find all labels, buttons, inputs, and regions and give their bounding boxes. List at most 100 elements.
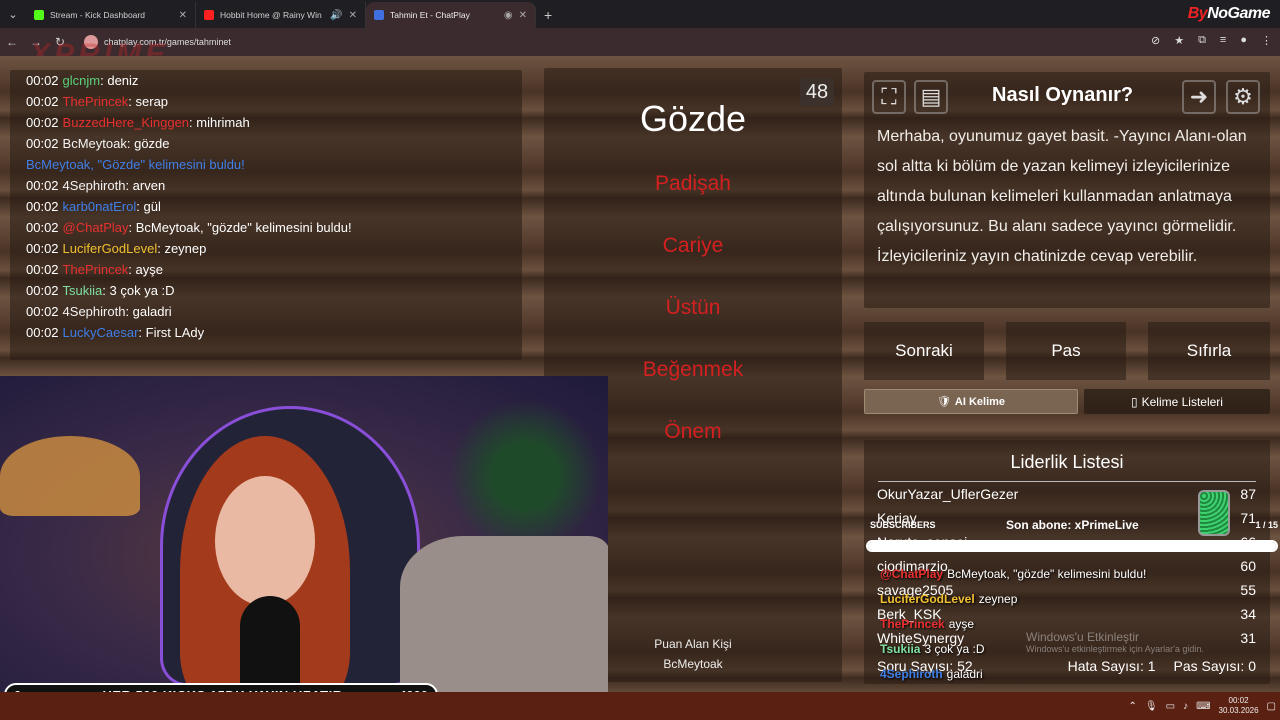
ai-word-button[interactable]: 🛡 AI Kelime [864,389,1078,414]
chat-text: : deniz [100,73,139,88]
close-icon[interactable]: ✕ [349,10,357,21]
leaderboard-score: 34 [1240,606,1256,622]
chat-username[interactable]: LuciferGodLevel [63,241,158,256]
chat-message: BcMeytoak, "Gözde" kelimesini buldu! [26,154,522,175]
overlay-chat-username: ThePrincek [880,617,945,631]
chat-text: : BcMeytoak, "gözde" kelimesini buldu! [128,220,352,235]
chat-time: 00:02 [26,115,59,130]
chat-username[interactable]: BcMeytoak [63,136,127,151]
tab-search-icon[interactable]: ⌄ [0,0,26,28]
chat-time: 00:02 [26,304,59,319]
chevron-up-icon[interactable]: ⌃ [1129,701,1137,712]
subscriber-count: 1 / 15 [1255,520,1278,530]
eye-off-icon[interactable]: ⊘ [1151,34,1160,47]
chat-message: 00:02 4Sephiroth: galadri [26,301,522,322]
extensions-icon[interactable]: ⧉ [1198,34,1206,47]
clock[interactable]: 00:02 30.03.2026 [1219,696,1259,716]
address-bar: ← → ↻ chatplay.com.tr/games/tahminet ⊘ ★… [0,28,1280,56]
chat-text: : 3 çok ya :D [102,283,175,298]
subscriber-progress-fill [868,542,1276,550]
chat-text: : gözde [126,136,170,151]
chat-text: : arven [125,178,166,193]
chat-message: 00:02 BcMeytoak: gözde [26,133,522,154]
chat-time: 00:02 [26,94,59,109]
chat-username[interactable]: @ChatPlay [63,220,129,235]
fullscreen-icon[interactable]: ⛶ [872,80,906,114]
close-icon[interactable]: ✕ [179,10,187,21]
lamp-shape [0,436,140,516]
chat-username[interactable]: glcnjm [63,73,101,88]
overlay-chat-message: LuciferGodLevel zeynep [880,587,1146,612]
audio-icon[interactable]: 🔊 [330,10,342,21]
tab-title: Tahmin Et - ChatPlay [390,10,470,20]
microphone-icon[interactable]: 🎙 [1145,701,1158,712]
notification-icon[interactable]: ▢ [1267,701,1276,712]
chat-username[interactable]: BuzzedHere_Kinggen [63,115,189,130]
new-tab-button[interactable]: + [536,2,560,28]
chat-username[interactable]: karb0natErol [63,199,137,214]
menu-icon[interactable]: ⋮ [1261,34,1272,47]
webcam-feed [0,376,608,700]
overlay-chat-text: zeynep [978,592,1018,606]
chat-username[interactable]: ThePrincek [63,94,129,109]
chat-text: : ayşe [128,262,163,277]
chat-message: 00:02 4Sephiroth: arven [26,175,522,196]
chat-message: 00:02 glcnjm: deniz [26,70,522,91]
blanket-shape [400,536,608,700]
next-button[interactable]: Sonraki [864,322,984,380]
language-icon[interactable]: ⌨ [1196,701,1210,712]
forbidden-word: Padişah [655,172,731,195]
reset-button[interactable]: Sıfırla [1148,322,1270,380]
exit-icon[interactable]: ➜ [1182,80,1216,114]
kick-favicon-icon [34,10,44,20]
overlay-chat-username: 4Sephiroth [880,667,943,681]
chat-username[interactable]: LuckyCaesar [63,325,139,340]
chat-username[interactable]: 4Sephiroth [63,304,126,319]
overlay-chat-text: BcMeytoak, "gözde" kelimesini buldu! [947,567,1147,581]
overlay-chat-username: Tsukiia [880,642,921,656]
target-word: Gözde [639,98,747,139]
word-lists-button[interactable]: ▯ Kelime Listeleri [1084,389,1270,414]
bookmark-star-icon[interactable]: ★ [1174,34,1184,47]
how-to-play-text: Merhaba, oyunumuz gayet basit. -Yayıncı … [877,128,1247,265]
overlay-chat-message: 4Sephiroth galadri [880,662,1146,687]
chat-time: 00:02 [26,262,59,277]
network-icon[interactable]: ▭ [1166,701,1175,712]
media-icon[interactable]: ≡ [1220,34,1226,47]
tab-hobbit-home[interactable]: Hobbit Home @ Rainy Win 🔊 ✕ [196,2,366,28]
leaderboard-title: Liderlik Listesi [878,440,1256,482]
volume-icon[interactable]: ♪ [1183,701,1188,712]
chatplay-favicon-icon [374,10,384,20]
close-icon[interactable]: ✕ [519,10,527,21]
leaderboard-score: 87 [1240,486,1256,502]
chat-message: 00:02 BuzzedHere_Kinggen: mihrimah [26,112,522,133]
tab-kick-dashboard[interactable]: Stream - Kick Dashboard ✕ [26,2,196,28]
overlay-chat-text: 3 çok ya :D [924,642,985,656]
forbidden-word: Cariye [662,234,724,257]
chat-username[interactable]: Tsukiia [63,283,103,298]
toolbar-icons: ⊘ ★ ⧉ ≡ ● ⋮ [1151,34,1272,47]
chat-text: : First LAdy [138,325,205,340]
back-icon[interactable]: ← [0,35,24,49]
chat-username[interactable]: BcMeytoak, "Gözde" kelimesini buldu! [26,157,245,172]
leaderboard-score: 55 [1240,582,1256,598]
chat-username[interactable]: ThePrincek [63,262,129,277]
settings-gear-icon[interactable]: ⚙ [1226,80,1260,114]
leaderboard-name: OkurYazar_UflerGezer [877,486,1019,502]
activation-subtitle: Windows'u etkinleştirmek için Ayarlar'a … [1026,644,1204,654]
chat-message: 00:02 ThePrincek: ayşe [26,259,522,280]
overlay-chat-text: ayşe [948,617,975,631]
chat-text: : serap [128,94,169,109]
windows-activation-notice: Windows'u Etkinleştir Windows'u etkinleş… [1026,630,1204,654]
chat-time: 00:02 [26,178,59,193]
profile-icon[interactable]: ● [1240,34,1247,47]
subscribers-label: SUBSCRIBERS [870,520,936,530]
chat-username[interactable]: 4Sephiroth [63,178,126,193]
record-icon[interactable]: ◉ [504,10,513,21]
tab-tahmin-et[interactable]: Tahmin Et - ChatPlay ◉ ✕ [366,2,536,28]
tab-bar: ⌄ Stream - Kick Dashboard ✕ Hobbit Home … [0,0,1280,28]
pass-button[interactable]: Pas [1006,322,1126,380]
notes-icon[interactable]: ▤ [914,80,948,114]
forbidden-word: Üstün [665,296,721,319]
youtube-favicon-icon [204,10,214,20]
